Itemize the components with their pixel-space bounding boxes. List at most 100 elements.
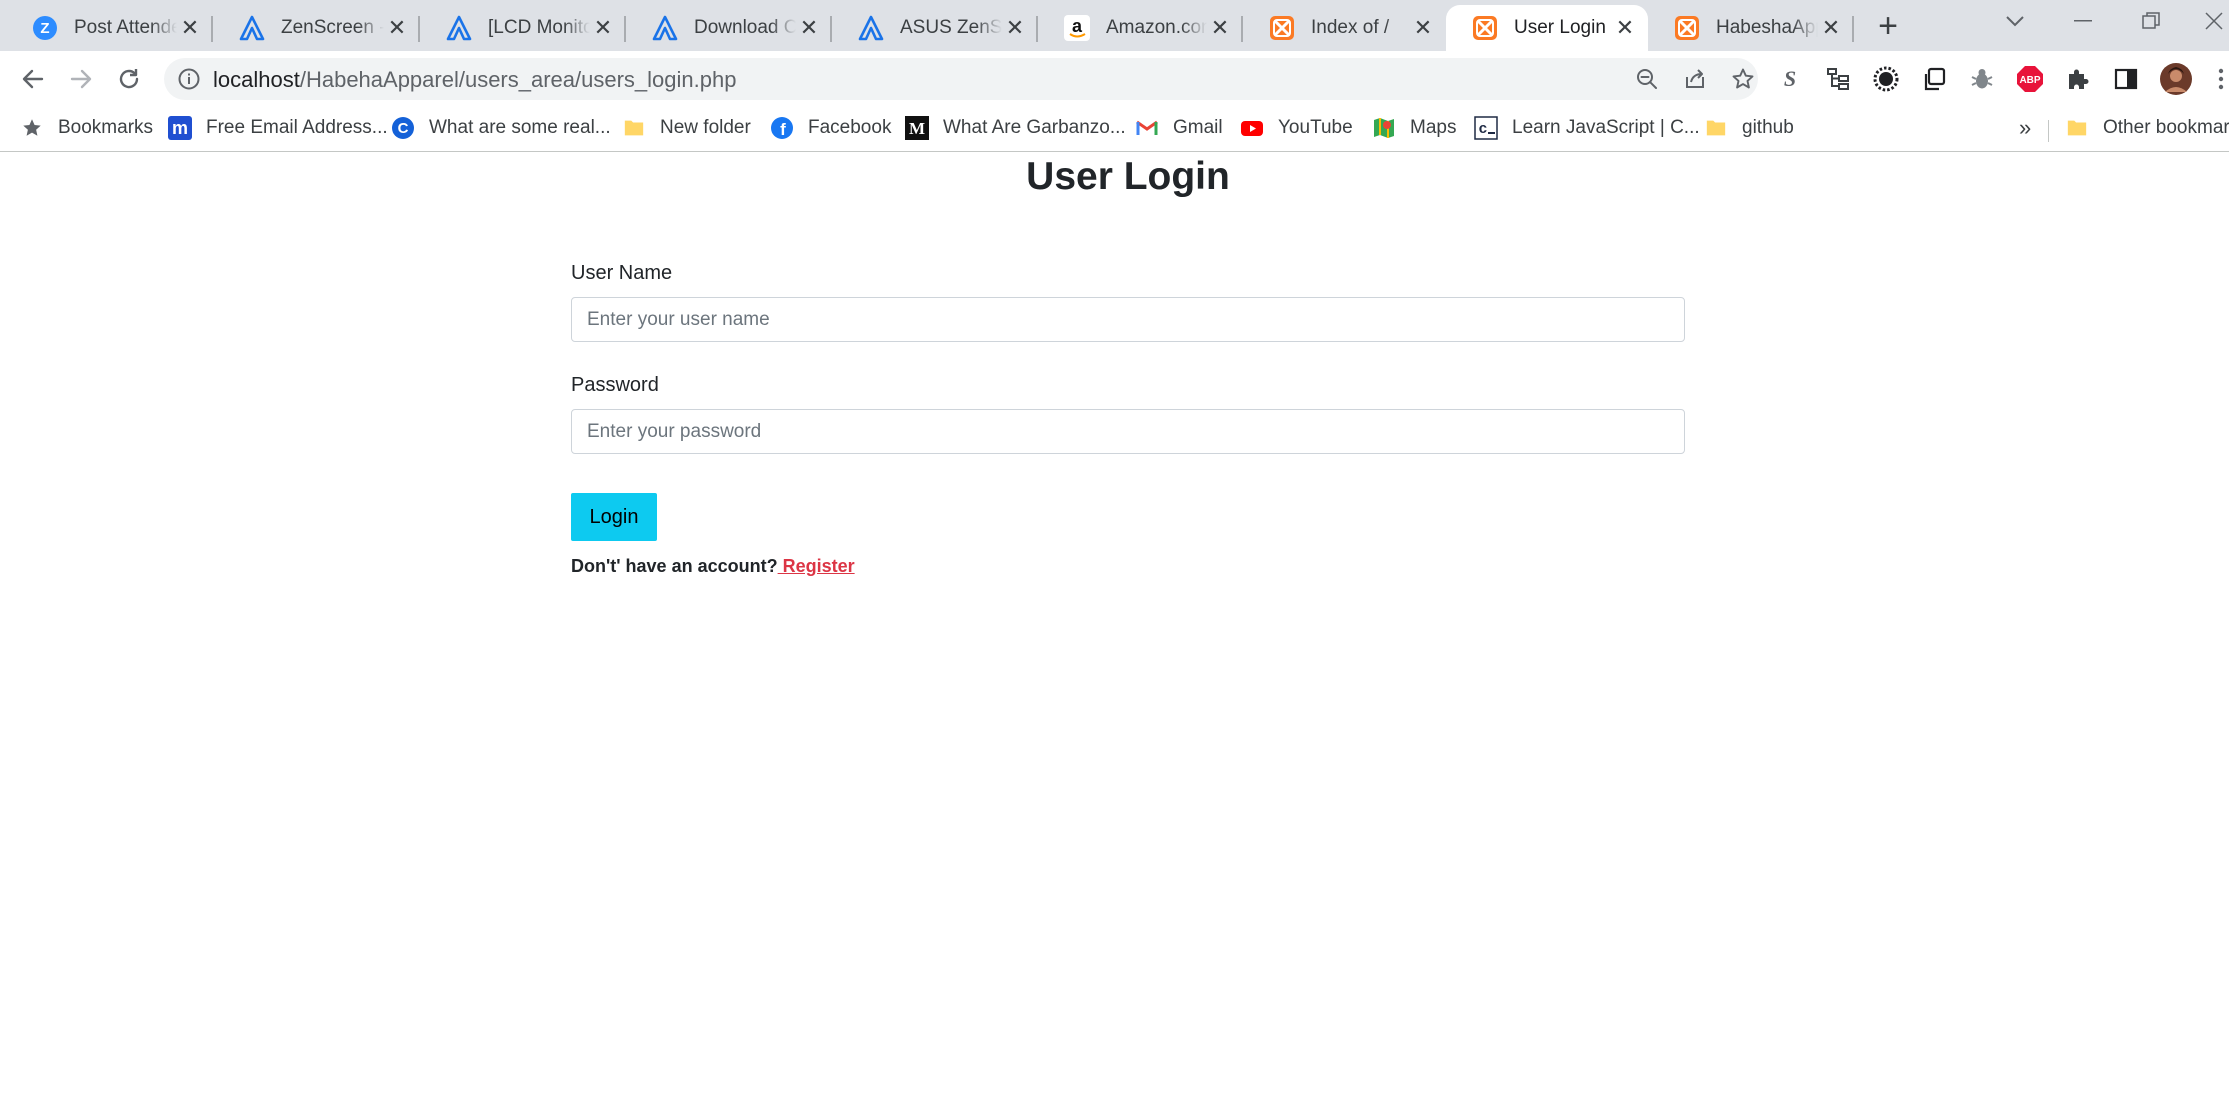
tab-search-chevron-icon[interactable] [1995, 6, 2035, 36]
svg-text:c: c [1478, 121, 1487, 138]
svg-text:S: S [1784, 66, 1796, 91]
minimize-button[interactable] [2063, 6, 2103, 36]
svg-text:C: C [398, 120, 409, 137]
tab-title: ZenScreen - A [281, 17, 384, 38]
bookmark-garbanzo[interactable]: M What Are Garbanzo... [905, 114, 1126, 142]
mail-logo-icon: m [168, 116, 192, 140]
star-icon [20, 116, 44, 140]
s-extension-icon[interactable]: S [1775, 64, 1805, 94]
other-bookmarks-label: Other bookmarks [2103, 117, 2229, 138]
tab-index-of[interactable]: Index of / ✕ [1243, 5, 1446, 51]
tab-download-center[interactable]: Download Ce ✕ [626, 5, 832, 51]
back-button[interactable] [13, 59, 53, 99]
url-path: /HabehaApparel/users_area/users_login.ph… [299, 67, 737, 92]
url-host: localhost [213, 67, 300, 92]
tab-separator [1852, 16, 1854, 42]
zoom-icon: Z [32, 15, 58, 41]
tab-title: Amazon.com [1106, 17, 1207, 38]
close-icon[interactable]: ✕ [1818, 15, 1844, 41]
chrome-menu-icon[interactable] [2212, 64, 2229, 94]
page-title: User Login [1026, 155, 1230, 198]
folder-icon [2065, 116, 2089, 140]
sun-extension-icon[interactable] [1871, 64, 1901, 94]
close-icon[interactable]: ✕ [590, 15, 616, 41]
tab-title: User Login [1514, 17, 1606, 38]
close-icon[interactable]: ✕ [384, 15, 410, 41]
bookmark-gmail[interactable]: Gmail [1135, 114, 1223, 142]
tab-user-login[interactable]: User Login ✕ [1446, 5, 1648, 51]
c-logo-icon: C [391, 116, 415, 140]
restore-button[interactable] [2131, 6, 2171, 36]
bookmark-label: Facebook [808, 117, 892, 138]
share-icon[interactable] [1682, 66, 1708, 92]
bookmark-free-email[interactable]: m Free Email Address... [168, 114, 388, 142]
bookmark-label: github [1742, 117, 1794, 138]
password-input[interactable] [571, 409, 1685, 454]
folder-icon [622, 116, 646, 140]
bookmark-facebook[interactable]: f Facebook [770, 114, 891, 142]
tab-zenscreen[interactable]: ZenScreen - A ✕ [213, 5, 420, 51]
close-icon[interactable]: ✕ [796, 15, 822, 41]
bookmark-star-icon[interactable] [1730, 66, 1756, 92]
folder-icon [1704, 116, 1728, 140]
other-bookmarks[interactable]: Other bookmarks [2065, 114, 2229, 142]
close-icon[interactable]: ✕ [1410, 15, 1436, 41]
bookmark-label: Bookmarks [58, 117, 154, 138]
bug-extension-icon[interactable] [1967, 64, 1997, 94]
username-label: User Name [571, 262, 673, 284]
bookmark-bookmarks[interactable]: Bookmarks [20, 114, 153, 142]
browser-toolbar: localhost/HabehaApparel/users_area/users… [0, 51, 2229, 106]
close-icon[interactable]: ✕ [1207, 15, 1233, 41]
close-icon[interactable]: ✕ [1002, 15, 1028, 41]
medium-icon: M [905, 116, 929, 140]
site-info-icon[interactable] [176, 66, 202, 92]
register-link[interactable]: Register [778, 556, 855, 576]
tab-habesha-apparel[interactable]: HabeshaAppa ✕ [1648, 5, 1854, 51]
reload-button[interactable] [109, 59, 149, 99]
tab-post-attendee[interactable]: Z Post Attendee ✕ [6, 5, 213, 51]
bookmark-learn-javascript[interactable]: c Learn JavaScript | C... [1474, 114, 1700, 142]
bookmarks-overflow-button[interactable]: » [2019, 114, 2031, 142]
username-input[interactable] [571, 297, 1685, 342]
svg-text:M: M [909, 119, 925, 138]
tab-lcd-monitor[interactable]: [LCD Monitor ✕ [420, 5, 626, 51]
bookmark-label: YouTube [1278, 117, 1353, 138]
tree-extension-icon[interactable] [1823, 64, 1853, 94]
address-bar[interactable]: localhost/HabehaApparel/users_area/users… [164, 58, 1758, 100]
maps-icon [1372, 116, 1396, 140]
close-icon[interactable]: ✕ [1612, 15, 1638, 41]
bookmark-what-are-some-real[interactable]: C What are some real... [391, 114, 611, 142]
tab-title: Post Attendee [74, 17, 177, 38]
bookmark-github[interactable]: github [1704, 114, 1794, 142]
bookmark-label: Learn JavaScript | C... [1512, 117, 1700, 138]
bookmarks-bar: Bookmarks m Free Email Address... C What… [0, 106, 2229, 152]
side-panel-icon[interactable] [2111, 64, 2141, 94]
tab-title: [LCD Monitor [488, 17, 590, 38]
xampp-icon [1472, 15, 1498, 41]
forward-button[interactable] [61, 59, 101, 99]
asus-icon [446, 15, 472, 41]
tab-asus-zenscreen[interactable]: ASUS ZenScre ✕ [832, 5, 1038, 51]
new-tab-button[interactable]: + [1870, 7, 1906, 45]
zoom-icon[interactable] [1634, 66, 1660, 92]
profile-avatar[interactable] [2159, 62, 2193, 96]
tab-strip: Z Post Attendee ✕ ZenScreen - A ✕ [LCD M… [0, 0, 2229, 51]
address-url[interactable]: localhost/HabehaApparel/users_area/users… [213, 67, 736, 93]
close-icon[interactable]: ✕ [177, 15, 203, 41]
youtube-icon [1240, 116, 1264, 140]
bookmark-new-folder[interactable]: New folder [622, 114, 751, 142]
svg-text:ABP: ABP [2019, 75, 2040, 86]
adblock-plus-icon[interactable]: ABP [2015, 64, 2045, 94]
copy-extension-icon[interactable] [1919, 64, 1949, 94]
tab-amazon[interactable]: a Amazon.com ✕ [1038, 5, 1243, 51]
bookmark-label: New folder [660, 117, 751, 138]
bookmark-label: What are some real... [429, 117, 611, 138]
bookmark-maps[interactable]: Maps [1372, 114, 1456, 142]
facebook-icon: f [770, 116, 794, 140]
bookmark-youtube[interactable]: YouTube [1240, 114, 1353, 142]
bookmark-label: What Are Garbanzo... [943, 117, 1126, 138]
tab-title: Download Ce [694, 17, 796, 38]
puzzle-extensions-icon[interactable] [2063, 64, 2093, 94]
login-button[interactable]: Login [571, 493, 657, 541]
close-window-button[interactable] [2199, 6, 2229, 36]
